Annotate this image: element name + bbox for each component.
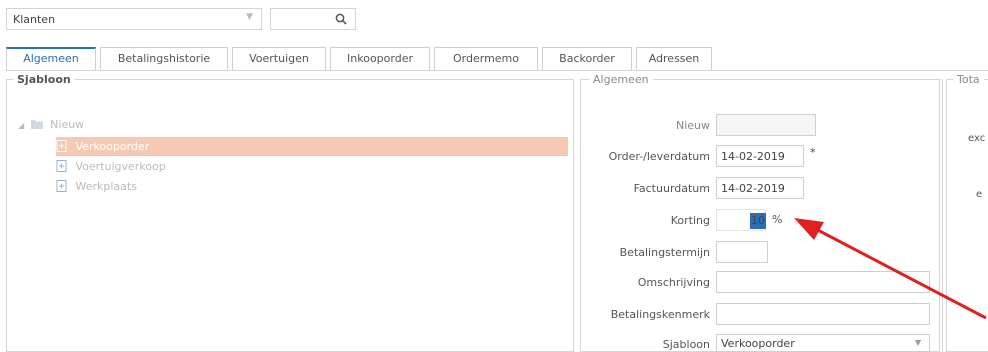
betalingstermijn-field[interactable] [716, 241, 768, 263]
omschrijving-label: Omschrijving [637, 276, 710, 289]
tab-backorder[interactable]: Backorder [542, 47, 632, 71]
totaal-panel-title: Tota [953, 73, 984, 86]
tree-item-voertuigverkoop[interactable]: Voertuigverkoop [56, 160, 166, 173]
expand-arrow-icon[interactable]: ◢ [18, 121, 24, 130]
customer-type-value: Klanten [13, 13, 56, 26]
annotation-arrow [794, 218, 987, 320]
tree-root-label: Nieuw [50, 118, 85, 131]
customer-type-select[interactable]: Klanten ▼ [6, 8, 262, 30]
tab-voertuigen[interactable]: Voertuigen [232, 47, 326, 71]
tab-ordermemo[interactable]: Ordermemo [434, 47, 538, 71]
algemeen-panel-title: Algemeen [589, 73, 653, 86]
nieuw-field [716, 114, 816, 136]
chevron-down-icon: ▼ [246, 12, 253, 22]
search-input[interactable] [270, 8, 356, 30]
totaal-label-2: e [976, 189, 983, 200]
tree-item-werkplaats[interactable]: Werkplaats [56, 180, 137, 193]
nieuw-label: Nieuw [675, 119, 710, 132]
tab-divider [6, 70, 988, 71]
tree-item-label: Verkooporder [75, 140, 150, 153]
folder-icon [30, 120, 43, 129]
tree-item-label: Werkplaats [75, 180, 137, 193]
document-icon [56, 160, 67, 172]
betalingskenmerk-label: Betalingskenmerk [610, 308, 710, 321]
tab-algemeen[interactable]: Algemeen [6, 47, 96, 71]
tree-item-verkooporder[interactable]: Verkooporder [56, 140, 149, 153]
sjabloon-select-value: Verkooporder [721, 337, 795, 350]
orderdatum-label: Order-/leverdatum [608, 150, 710, 163]
sjabloon-panel: Sjabloon [6, 73, 574, 352]
document-icon [56, 180, 67, 192]
sjabloon-select[interactable]: Verkooporder ▼ [716, 334, 930, 352]
betalingstermijn-label: Betalingstermijn [619, 246, 710, 259]
required-asterisk: * [810, 146, 816, 159]
totaal-label-1: exc [968, 133, 986, 144]
korting-label: Korting [670, 214, 710, 227]
sjabloon-panel-title: Sjabloon [13, 73, 75, 86]
tab-adressen[interactable]: Adressen [636, 47, 712, 71]
korting-value: 10 [750, 213, 766, 229]
factuurdatum-field[interactable]: 14-02-2019 [716, 177, 804, 199]
tab-inkooporder[interactable]: Inkooporder [330, 47, 430, 71]
sjabloon-label: Sjabloon [662, 338, 710, 351]
orderdatum-field[interactable]: 14-02-2019 [716, 145, 804, 167]
tab-betalingshistorie[interactable]: Betalingshistorie [100, 47, 228, 71]
factuurdatum-label: Factuurdatum [633, 182, 710, 195]
search-icon[interactable] [335, 13, 347, 25]
tree-item-label: Voertuigverkoop [75, 160, 166, 173]
korting-field[interactable]: 10 [716, 209, 766, 231]
tree-root-nieuw[interactable]: ◢ Nieuw [18, 118, 84, 131]
chevron-down-icon[interactable]: ▼ [915, 338, 921, 347]
document-icon [56, 140, 67, 152]
